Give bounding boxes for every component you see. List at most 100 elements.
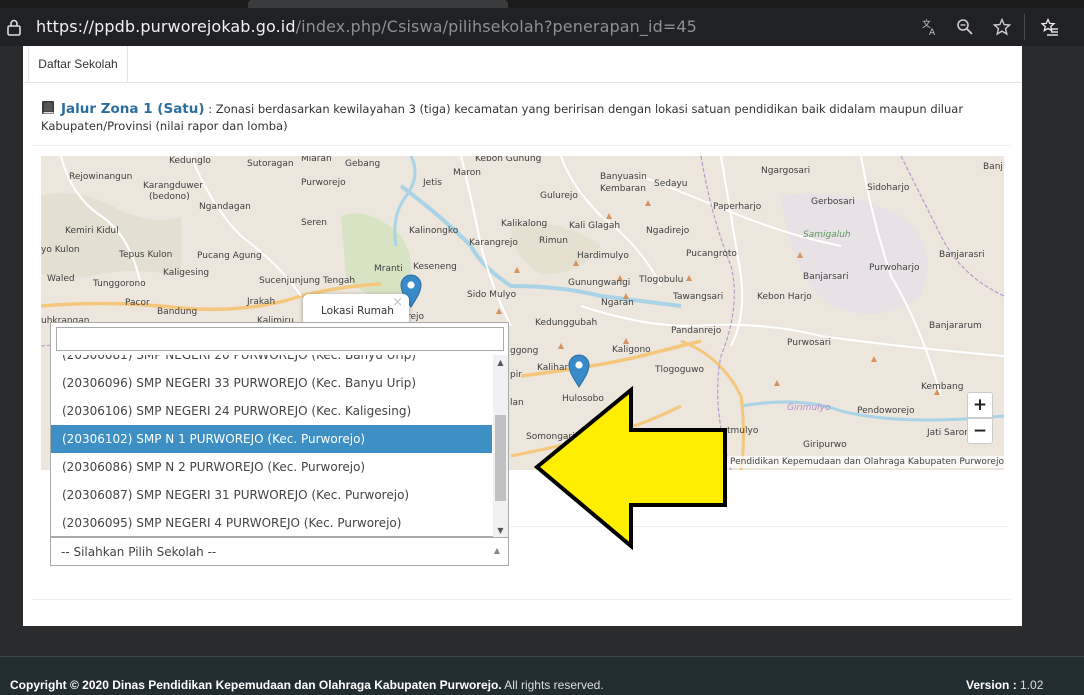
url-text[interactable]: https://ppdb.purworejokab.go.id/index.ph… xyxy=(36,17,697,36)
toolbar-separator xyxy=(1024,14,1025,40)
popup-close-button[interactable]: × xyxy=(392,295,403,310)
reading-list-icon[interactable] xyxy=(1041,18,1059,36)
map-label: Tepus Kulon xyxy=(119,250,173,260)
school-option-selected[interactable]: (20306102) SMP N 1 PURWOREJO (Kec. Purwo… xyxy=(51,425,492,453)
lock-icon[interactable] xyxy=(6,18,22,36)
scroll-thumb[interactable] xyxy=(495,415,506,501)
map-label: Maron xyxy=(453,168,481,178)
svg-text:A: A xyxy=(929,28,936,36)
map-label: Mlaran xyxy=(301,156,332,164)
map-label: Pendoworejo xyxy=(857,406,915,416)
map-label: Tawangsari xyxy=(673,292,724,302)
map-label: Waled xyxy=(47,274,75,284)
map-label: Kemiri Kidul xyxy=(65,226,119,236)
school-option[interactable]: (20306106) SMP NEGERI 24 PURWOREJO (Kec.… xyxy=(51,397,492,425)
school-search-input[interactable] xyxy=(56,327,504,351)
map-label: Banjarasri xyxy=(939,250,985,260)
chevron-up-icon: ▲ xyxy=(493,546,500,555)
zone-description: Jalur Zona 1 (Satu) : Zonasi berdasarkan… xyxy=(41,100,1001,135)
map-label: Banyuasin xyxy=(600,172,647,182)
school-select[interactable]: -- Silahkan Pilih Sekolah -- ▲ xyxy=(50,537,509,566)
divider xyxy=(31,599,1011,600)
zoom-icon[interactable] xyxy=(956,18,974,36)
map-label: lan xyxy=(510,398,524,408)
map-label: Giripurwo xyxy=(803,440,847,450)
footer: Copyright © 2020 Dinas Pendidikan Kepemu… xyxy=(0,656,1084,695)
browser-tab[interactable] xyxy=(248,0,508,8)
star-icon[interactable] xyxy=(993,18,1011,36)
map-label: Keseneng xyxy=(413,262,457,272)
school-option[interactable]: (20306096) SMP NEGERI 33 PURWOREJO (Kec.… xyxy=(51,369,492,397)
map-label: Samigaluh xyxy=(803,230,851,240)
scroll-up-icon[interactable]: ▲ xyxy=(493,355,508,369)
map-label: Ngadirejo xyxy=(646,226,690,236)
school-option[interactable]: (20306081) SMP NEGERI 20 PURWOREJO (Kec.… xyxy=(51,355,492,369)
map-pin-icon[interactable] xyxy=(568,354,590,388)
map-label: pir xyxy=(510,370,522,380)
map-label: Ngaran xyxy=(601,298,634,308)
map-label: Jrakah xyxy=(247,297,276,307)
map-attribution: Pendidikan Kepemudaan dan Olahraga Kabup… xyxy=(727,456,1004,468)
map-label: Paperharjo xyxy=(713,202,762,212)
version-value: 1.02 xyxy=(1020,678,1044,692)
school-options-list[interactable]: (20306081) SMP NEGERI 20 PURWOREJO (Kec.… xyxy=(51,355,492,537)
map-label: Tlogoguwo xyxy=(655,365,705,375)
map-label: Tunggorono xyxy=(93,279,146,289)
school-option[interactable]: (20306095) SMP NEGERI 4 PURWOREJO (Kec. … xyxy=(51,509,492,537)
map-label: Rimun xyxy=(539,236,568,246)
map-label: Pandanrejo xyxy=(671,326,722,336)
zoom-in-button[interactable]: + xyxy=(967,392,993,418)
map-label: Gebang xyxy=(345,159,381,169)
scroll-down-icon[interactable]: ▼ xyxy=(493,523,508,537)
school-dropdown[interactable]: (20306081) SMP NEGERI 20 PURWOREJO (Kec.… xyxy=(50,322,509,537)
map-label: Kedunglo xyxy=(169,156,211,166)
map-label: Jati Saron xyxy=(927,428,971,438)
zoom-out-button[interactable]: − xyxy=(967,418,993,444)
map-label: Kebon Gunung xyxy=(475,156,542,164)
popup-text: Lokasi Rumah xyxy=(321,305,394,317)
map-label: Kedunggubah xyxy=(535,318,598,328)
map-label: Kembang xyxy=(921,382,964,392)
map-label: Banjarsari xyxy=(803,272,849,282)
school-option[interactable]: (20306086) SMP N 2 PURWOREJO (Kec. Purwo… xyxy=(51,453,492,481)
map-label: Sidoharjo xyxy=(867,183,910,193)
map-label: Rejowinangun xyxy=(69,172,133,182)
map-label: Hardimulyo xyxy=(577,251,629,261)
map-label: Sido Mulyo xyxy=(467,290,517,300)
yellow-arrow-icon xyxy=(534,386,727,550)
map-label: Kaligesing xyxy=(163,268,210,278)
school-option[interactable]: (20306087) SMP NEGERI 31 PURWOREJO (Kec.… xyxy=(51,481,492,509)
map-label: Sutoragan xyxy=(247,159,294,169)
map-label: Kembaran xyxy=(600,184,646,194)
map-label: Ngandagan xyxy=(199,202,251,212)
version: Version : 1.02 xyxy=(966,678,1043,692)
map-label: Kaligono xyxy=(612,345,651,355)
map-label: Kalikalong xyxy=(501,219,548,229)
copyright-prefix: Copyright © 2020 xyxy=(10,678,113,692)
zone-title: Jalur Zona 1 (Satu) xyxy=(61,101,205,117)
translate-icon[interactable]: 文 A xyxy=(921,18,939,36)
map-label: Bandung xyxy=(157,307,198,317)
map-label: Purworejo xyxy=(301,178,346,188)
map-label: Banjararum xyxy=(929,321,982,331)
map-label: Jetis xyxy=(423,178,442,188)
address-bar[interactable]: https://ppdb.purworejokab.go.id/index.ph… xyxy=(0,8,1084,46)
book-icon xyxy=(42,101,54,114)
copyright: Copyright © 2020 Dinas Pendidikan Kepemu… xyxy=(10,678,604,692)
map-label: Gerbosari xyxy=(811,197,855,207)
select-placeholder: -- Silahkan Pilih Sekolah -- xyxy=(61,545,217,559)
map-label: Banj xyxy=(983,162,1003,172)
copyright-suffix: All rights reserved. xyxy=(501,678,604,692)
tab-daftar-sekolah[interactable]: Daftar Sekolah xyxy=(28,46,128,82)
map-label: (bedono) xyxy=(149,192,190,202)
options-scrollbar[interactable]: ▲ ▼ xyxy=(493,355,508,537)
map-label: Karangrejo xyxy=(469,238,518,248)
map-label: Pucang Agung xyxy=(197,251,262,261)
url-host: https://ppdb.purworejokab.go.id xyxy=(36,17,296,36)
browser-tabstrip xyxy=(0,0,1084,8)
map-label: ggong xyxy=(510,346,539,356)
map-label: yo Kulon xyxy=(41,245,80,255)
map-label: Gulurejo xyxy=(540,191,578,201)
map-label: Sucenjunjung Tengah xyxy=(259,276,356,286)
map-label: rejo xyxy=(407,312,425,322)
